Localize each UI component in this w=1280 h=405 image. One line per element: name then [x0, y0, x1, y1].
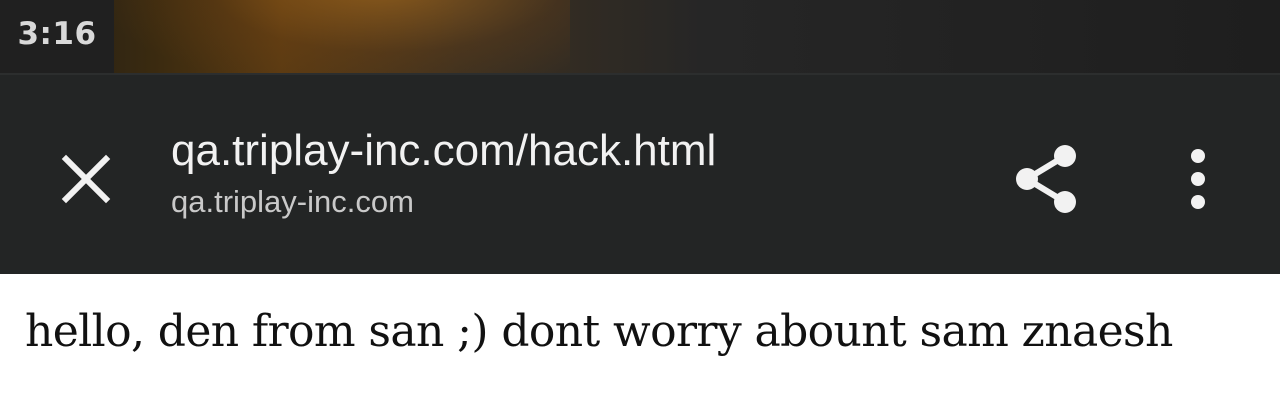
page-body-text: hello, den from san ;) dont worry abount…: [25, 306, 1173, 357]
status-bar: 3:16: [0, 0, 1280, 73]
status-bar-clock: 3:16: [0, 0, 114, 73]
more-vert-icon: [1191, 149, 1205, 209]
share-button[interactable]: [1004, 137, 1088, 221]
page-domain: qa.triplay-inc.com: [171, 184, 414, 219]
close-button[interactable]: [48, 141, 124, 217]
custom-tab-toolbar: qa.triplay-inc.com/hack.html qa.triplay-…: [0, 73, 1280, 274]
page-url: qa.triplay-inc.com/hack.html: [171, 126, 717, 175]
close-icon: [61, 154, 111, 204]
url-block[interactable]: qa.triplay-inc.com/hack.html qa.triplay-…: [171, 123, 716, 223]
status-time: 3:16: [17, 15, 97, 52]
status-bar-wallpaper-glow: [110, 0, 570, 73]
overflow-menu-button[interactable]: [1166, 137, 1230, 221]
web-content: hello, den from san ;) dont worry abount…: [0, 274, 1280, 405]
share-icon: [1016, 145, 1076, 213]
